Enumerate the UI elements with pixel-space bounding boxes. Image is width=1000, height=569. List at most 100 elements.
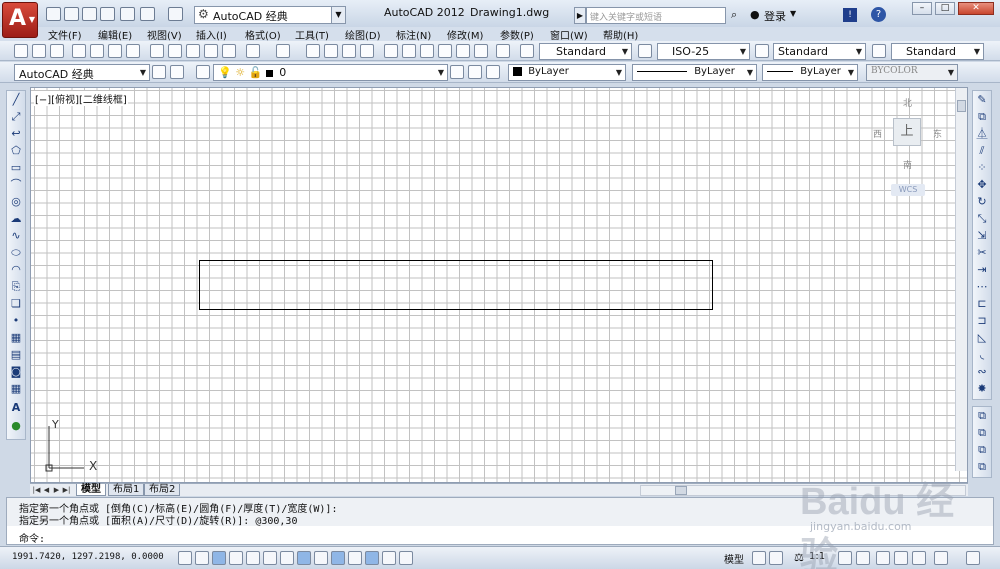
- close-button[interactable]: ✕: [958, 2, 994, 15]
- pan-icon[interactable]: [306, 44, 320, 58]
- menu-tools[interactable]: 工具(T): [295, 27, 329, 42]
- tab-layout2[interactable]: 布局2: [144, 484, 181, 496]
- horizontal-scroll-thumb[interactable]: [675, 486, 687, 495]
- viewcube-east[interactable]: 东: [933, 127, 942, 140]
- save-as-icon[interactable]: [100, 7, 115, 21]
- cursor-coordinates[interactable]: 1991.7420, 1297.2198, 0.0000: [12, 552, 164, 562]
- ellipse-icon[interactable]: ⬭: [9, 246, 23, 260]
- design-center-icon[interactable]: [402, 44, 416, 58]
- extend-icon[interactable]: ⇥: [975, 263, 989, 277]
- copy-object-icon[interactable]: ⧉: [975, 110, 989, 124]
- redo-icon[interactable]: [276, 44, 290, 58]
- workspace-switching-icon[interactable]: [876, 551, 890, 565]
- tab-model[interactable]: 模型: [76, 484, 106, 496]
- lineweight-icon[interactable]: [348, 551, 362, 565]
- annotation-visibility-icon[interactable]: [838, 551, 852, 565]
- menu-file[interactable]: 文件(F): [48, 27, 82, 42]
- chamfer-icon[interactable]: ◺: [975, 331, 989, 345]
- mirror-icon[interactable]: ⏅: [975, 127, 989, 141]
- region-icon[interactable]: ◙: [9, 365, 23, 379]
- table-icon[interactable]: ▦: [9, 382, 23, 396]
- rotate-icon[interactable]: ↻: [975, 195, 989, 209]
- menu-draw[interactable]: 绘图(D): [345, 27, 381, 42]
- explode-icon[interactable]: ✸: [975, 382, 989, 396]
- search-expand-button[interactable]: ▶: [574, 7, 586, 24]
- dynamic-ucs-icon[interactable]: [314, 551, 328, 565]
- layer-properties-icon[interactable]: [196, 65, 210, 79]
- print-icon[interactable]: [120, 7, 135, 21]
- previous-tab-button[interactable]: ◀: [42, 484, 51, 496]
- plot-icon[interactable]: [72, 44, 86, 58]
- multiline-text-icon[interactable]: A: [9, 401, 23, 415]
- drawn-rectangle[interactable]: [199, 260, 713, 310]
- new-icon[interactable]: [14, 44, 28, 58]
- circle-icon[interactable]: ◎: [9, 195, 23, 209]
- auto-scale-icon[interactable]: [856, 551, 870, 565]
- binoculars-icon[interactable]: ⌕: [731, 8, 737, 22]
- table-style-dropdown[interactable]: Standard ▼: [773, 43, 866, 60]
- tool-palettes-icon[interactable]: [420, 44, 434, 58]
- color-dropdown[interactable]: ByLayer ▼: [508, 64, 626, 81]
- polar-tracking-icon[interactable]: [246, 551, 260, 565]
- menu-help[interactable]: 帮助(H): [603, 27, 638, 42]
- first-tab-button[interactable]: |◀: [32, 484, 41, 496]
- spline-icon[interactable]: ∿: [9, 229, 23, 243]
- markup-icon[interactable]: [456, 44, 470, 58]
- table-style-icon[interactable]: [755, 44, 769, 58]
- maximize-button[interactable]: □: [935, 2, 955, 15]
- bring-above-icon[interactable]: ⧉: [975, 443, 989, 457]
- object-snap-tracking-icon[interactable]: [297, 551, 311, 565]
- grid-display-icon[interactable]: [212, 551, 226, 565]
- object-snap-icon[interactable]: [263, 551, 277, 565]
- linetype-dropdown[interactable]: ByLayer ▼: [632, 64, 757, 81]
- sheet-set-icon[interactable]: [438, 44, 452, 58]
- multileader-style-icon[interactable]: [872, 44, 886, 58]
- match-properties-icon[interactable]: [204, 44, 218, 58]
- wcs-menu[interactable]: WCS: [891, 184, 925, 196]
- hardware-acceleration-icon[interactable]: [912, 551, 926, 565]
- menu-insert[interactable]: 插入(I): [196, 27, 227, 42]
- user-icon[interactable]: ●: [750, 8, 760, 21]
- scale-icon[interactable]: ⤡: [975, 212, 989, 226]
- menu-view[interactable]: 视图(V): [147, 27, 182, 42]
- ortho-mode-icon[interactable]: [229, 551, 243, 565]
- toolbar-lock-icon[interactable]: [894, 551, 908, 565]
- infer-constraints-icon[interactable]: [178, 551, 192, 565]
- workspace-dropdown[interactable]: ⚙ AutoCAD 经典 ▼: [194, 6, 346, 24]
- zoom-window-icon[interactable]: [342, 44, 356, 58]
- viewcube-south[interactable]: 南: [903, 158, 912, 171]
- blend-curves-icon[interactable]: ∾: [975, 365, 989, 379]
- menu-dimension[interactable]: 标注(N): [396, 27, 431, 42]
- snap-mode-icon[interactable]: [195, 551, 209, 565]
- menu-edit[interactable]: 编辑(E): [98, 27, 132, 42]
- transparency-icon[interactable]: [365, 551, 379, 565]
- block-editor-icon[interactable]: [222, 44, 236, 58]
- make-layer-current-icon[interactable]: [450, 65, 464, 79]
- offset-icon[interactable]: ⫽: [975, 144, 989, 158]
- save-icon[interactable]: [50, 44, 64, 58]
- line-icon[interactable]: ╱: [9, 93, 23, 107]
- stretch-icon[interactable]: ⇲: [975, 229, 989, 243]
- help-icon[interactable]: [496, 44, 510, 58]
- quick-view-layouts-icon[interactable]: [752, 551, 766, 565]
- application-menu-button[interactable]: A ▼: [2, 2, 38, 38]
- gradient-icon[interactable]: ▤: [9, 348, 23, 362]
- properties-icon[interactable]: [384, 44, 398, 58]
- open-file-icon[interactable]: [64, 7, 79, 21]
- save-icon[interactable]: [82, 7, 97, 21]
- workspace-save-icon[interactable]: [170, 65, 184, 79]
- join-icon[interactable]: ⊐: [975, 314, 989, 328]
- rectangle-icon[interactable]: ▭: [9, 161, 23, 175]
- clean-screen-icon[interactable]: [966, 551, 980, 565]
- add-selected-icon[interactable]: ●: [9, 419, 23, 433]
- minimize-button[interactable]: –: [912, 2, 932, 15]
- trim-icon[interactable]: ✂: [975, 246, 989, 260]
- login-link[interactable]: 登录: [764, 8, 786, 24]
- text-style-dropdown[interactable]: Standard ▼: [539, 43, 632, 60]
- paste-icon[interactable]: [186, 44, 200, 58]
- new-file-icon[interactable]: [46, 7, 61, 21]
- isolate-objects-icon[interactable]: [934, 551, 948, 565]
- quick-properties-icon[interactable]: [382, 551, 396, 565]
- 3d-print-icon[interactable]: [126, 44, 140, 58]
- cut-icon[interactable]: [150, 44, 164, 58]
